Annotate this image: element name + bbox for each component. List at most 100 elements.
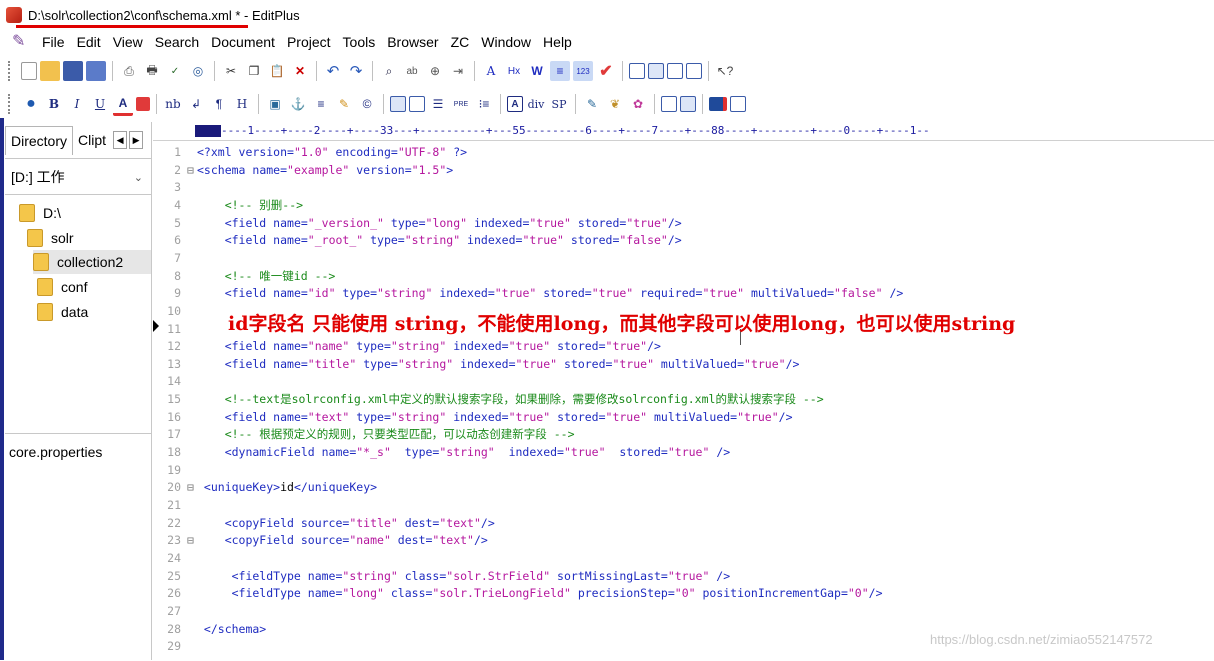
table-icon[interactable] <box>136 97 150 111</box>
paste-icon[interactable]: 📋 <box>267 61 287 81</box>
form-icon[interactable] <box>409 96 425 112</box>
copyright-icon[interactable]: © <box>357 94 377 114</box>
code-editor[interactable]: ----1----+----2----+----33---+----------… <box>153 122 1214 660</box>
html-preview-icon[interactable]: ◎ <box>188 61 208 81</box>
code-line[interactable]: 1 <?xml version="1.0" encoding="UTF-8" ?… <box>153 144 467 162</box>
code-line[interactable]: 19 <box>153 462 197 480</box>
code-line[interactable]: 12 <field name="name" type="string" inde… <box>153 338 661 356</box>
browser-icon[interactable]: ● <box>21 94 41 114</box>
menu-file[interactable]: File <box>36 34 71 50</box>
goto-line-icon[interactable]: ⇥ <box>448 61 468 81</box>
line-number-icon[interactable]: 123 <box>573 61 593 81</box>
menu-project[interactable]: Project <box>281 34 337 50</box>
menu-search[interactable]: Search <box>149 34 205 50</box>
code-line[interactable]: 15 <!--text是solrconfig.xml中定义的默认搜索字段，如果删… <box>153 391 824 409</box>
color-picker-icon[interactable]: ✿ <box>628 94 648 114</box>
redo-icon[interactable]: ↷ <box>346 61 366 81</box>
code-line[interactable]: 4 <!-- 别删--> <box>153 197 303 215</box>
tab-scroll-left-icon[interactable]: ◀ <box>113 131 128 149</box>
folder-item[interactable]: conf <box>37 275 87 299</box>
edit-icon[interactable]: ✎ <box>334 94 354 114</box>
menu-tools[interactable]: Tools <box>337 34 382 50</box>
check-icon[interactable]: ✔ <box>596 61 616 81</box>
menu-edit[interactable]: Edit <box>71 34 107 50</box>
code-line[interactable]: 13 <field name="title" type="string" ind… <box>153 356 799 374</box>
nbsp-icon[interactable]: nb <box>163 94 183 114</box>
tag-icon[interactable] <box>680 96 696 112</box>
view-icon-1[interactable] <box>629 63 645 79</box>
font-color-icon[interactable]: A <box>113 93 133 116</box>
save-icon[interactable] <box>63 61 83 81</box>
code-line[interactable]: 7 <box>153 250 197 268</box>
ul-icon[interactable]: ⁝≡ <box>474 94 494 114</box>
code-line[interactable]: 6 <field name="_root_" type="string" ind… <box>153 232 682 250</box>
copy-icon[interactable]: ❐ <box>244 61 264 81</box>
code-line[interactable]: 25 <fieldType name="string" class="solr.… <box>153 568 730 586</box>
table2-icon[interactable] <box>390 96 406 112</box>
ruler-icon[interactable]: ≡ <box>550 61 570 81</box>
fold-toggle-icon[interactable]: ⊟ <box>187 162 197 180</box>
code-line[interactable]: 8 <!-- 唯一键id --> <box>153 268 335 286</box>
code-line[interactable]: 28 </schema> <box>153 621 266 639</box>
code-line[interactable]: 24 <box>153 550 197 568</box>
view-icon-4[interactable] <box>686 63 702 79</box>
code-line[interactable]: 16 <field name="text" type="string" inde… <box>153 409 792 427</box>
code-line[interactable]: 3 <box>153 179 197 197</box>
anchor-icon[interactable]: ⚓ <box>288 94 308 114</box>
menu-window[interactable]: Window <box>475 34 537 50</box>
code-line[interactable]: 21 <box>153 497 197 515</box>
window-icon[interactable] <box>730 96 746 112</box>
edit2-icon[interactable]: ✎ <box>582 94 602 114</box>
code-line[interactable]: 23 ⊟ <copyField source="name" dest="text"… <box>153 532 488 550</box>
code-line[interactable]: 26 <fieldType name="long" class="solr.Tr… <box>153 585 882 603</box>
css-icon[interactable]: ❦ <box>605 94 625 114</box>
pre-icon[interactable]: PRE <box>451 94 471 114</box>
print-preview-icon[interactable]: ⎙ <box>119 61 139 81</box>
file-item[interactable]: core.properties <box>9 444 102 460</box>
find-in-files-icon[interactable]: ⊕ <box>425 61 445 81</box>
new-file-icon[interactable] <box>21 62 37 80</box>
menu-help[interactable]: Help <box>537 34 578 50</box>
div-icon[interactable]: div <box>526 94 546 114</box>
a-tag-icon[interactable]: A <box>507 96 523 112</box>
save-all-icon[interactable] <box>86 61 106 81</box>
delete-icon[interactable]: ✕ <box>290 61 310 81</box>
code-line[interactable]: 9 <field name="id" type="string" indexed… <box>153 285 903 303</box>
heading-icon[interactable]: H <box>232 94 252 114</box>
code-line[interactable]: 2 ⊟ <schema name="example" version="1.5"> <box>153 162 453 180</box>
fold-toggle-icon[interactable]: ⊟ <box>187 532 197 550</box>
code-line[interactable]: 10 <box>153 303 197 321</box>
code-line[interactable]: 11 <box>153 321 197 339</box>
view-icon-2[interactable] <box>648 63 664 79</box>
font-icon[interactable]: A <box>481 61 501 81</box>
code-line[interactable]: 22 <copyField source="title" dest="text"… <box>153 515 495 533</box>
menu-zc[interactable]: ZC <box>445 34 476 50</box>
drive-select[interactable]: [D:] 工作 ⌄ <box>7 165 147 189</box>
view-icon-3[interactable] <box>667 63 683 79</box>
code-line[interactable]: 5 <field name="_version_" type="long" in… <box>153 215 682 233</box>
word-wrap-icon[interactable]: W <box>527 61 547 81</box>
fold-toggle-icon[interactable]: ⊟ <box>187 479 197 497</box>
tab-directory[interactable]: Directory <box>5 125 74 155</box>
frame-icon[interactable] <box>661 96 677 112</box>
menu-document[interactable]: Document <box>205 34 281 50</box>
toolbar-grip[interactable] <box>8 61 14 81</box>
find-icon[interactable]: ⌕ <box>379 61 399 81</box>
code-line[interactable]: 27 <box>153 603 197 621</box>
tab-cliptext[interactable]: Clipt <box>73 126 111 154</box>
bold-icon[interactable]: B <box>44 94 64 114</box>
menu-view[interactable]: View <box>107 34 149 50</box>
line-break-icon[interactable]: ↲ <box>186 94 206 114</box>
spellcheck-icon[interactable]: ✓ <box>165 61 185 81</box>
code-line[interactable]: 14 <box>153 373 197 391</box>
folder-item-selected[interactable]: collection2 <box>33 250 151 274</box>
undo-icon[interactable]: ↶ <box>323 61 343 81</box>
hr-icon[interactable]: ≡ <box>311 94 331 114</box>
menu-browser[interactable]: Browser <box>381 34 444 50</box>
code-line[interactable]: 18 <dynamicField name="*_s" type="string… <box>153 444 730 462</box>
open-file-icon[interactable] <box>40 61 60 81</box>
code-line[interactable]: 20 ⊟ <uniqueKey>id</uniqueKey> <box>153 479 377 497</box>
paragraph-icon[interactable]: ¶ <box>209 94 229 114</box>
replace-icon[interactable]: ab <box>402 61 422 81</box>
hex-icon[interactable]: Hx <box>504 61 524 81</box>
